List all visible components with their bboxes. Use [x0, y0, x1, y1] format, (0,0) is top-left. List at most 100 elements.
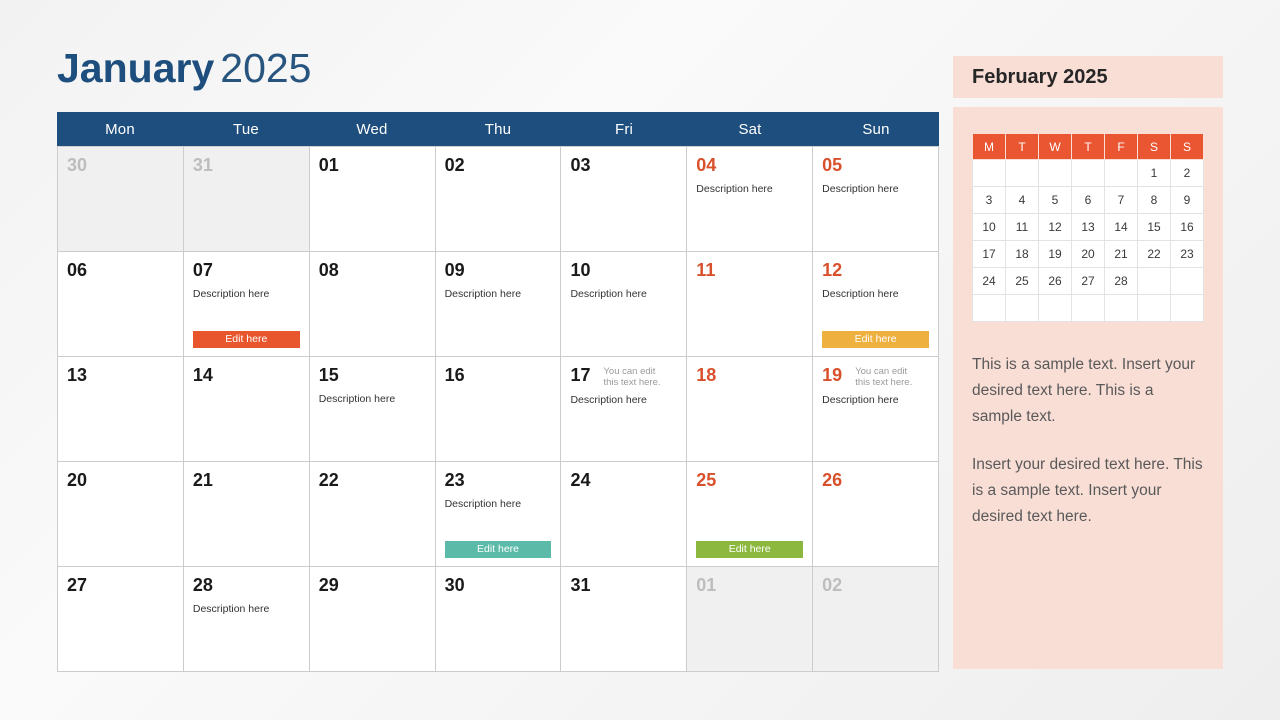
day-number: 06	[67, 260, 88, 280]
mini-day-cell-24[interactable]: 24	[972, 267, 1006, 295]
day-cell-30[interactable]: 30	[58, 147, 184, 252]
day-cell-11[interactable]: 11	[687, 252, 814, 357]
day-cell-27[interactable]: 27	[58, 567, 184, 672]
day-number: 20	[67, 470, 88, 490]
mini-day-cell-10[interactable]: 10	[972, 213, 1006, 241]
mini-day-cell-21[interactable]: 21	[1104, 240, 1138, 268]
mini-day-cell-empty	[1104, 159, 1138, 187]
day-number: 31	[570, 575, 591, 595]
day-cell-02[interactable]: 02	[813, 567, 940, 672]
mini-day-cell-11[interactable]: 11	[1005, 213, 1039, 241]
day-cell-23[interactable]: 23 Description here Edit here	[435, 462, 562, 567]
day-number: 07	[192, 260, 213, 280]
day-cell-16[interactable]: 16	[435, 357, 562, 462]
day-cell-28[interactable]: 28 Description here	[183, 567, 310, 672]
day-cell-21[interactable]: 21	[183, 462, 310, 567]
day-description[interactable]: Description here	[822, 183, 929, 196]
mini-day-cell-empty	[1170, 294, 1204, 322]
mini-day-cell-6[interactable]: 6	[1071, 186, 1105, 214]
mini-day-cell-1[interactable]: 1	[1137, 159, 1171, 187]
day-cell-31[interactable]: 31	[183, 147, 310, 252]
next-month-title: February 2025	[953, 56, 1223, 98]
day-note[interactable]: You can edit this text here.	[603, 366, 669, 388]
day-cell-08[interactable]: 08	[309, 252, 436, 357]
mini-day-cell-22[interactable]: 22	[1137, 240, 1171, 268]
day-cell-14[interactable]: 14	[183, 357, 310, 462]
mini-day-cell-14[interactable]: 14	[1104, 213, 1138, 241]
mini-day-cell-9[interactable]: 9	[1170, 186, 1204, 214]
mini-day-cell-18[interactable]: 18	[1005, 240, 1039, 268]
mini-day-cell-25[interactable]: 25	[1005, 267, 1039, 295]
edit-here-button[interactable]: Edit here	[696, 541, 804, 558]
mini-day-cell-19[interactable]: 19	[1038, 240, 1072, 268]
day-cell-17[interactable]: 17 You can edit this text here. Descriptio…	[561, 357, 688, 462]
day-description[interactable]: Description here	[193, 603, 300, 616]
mini-week-row: 10 11 12 13 14 15 16	[972, 213, 1204, 241]
mini-day-cell-17[interactable]: 17	[972, 240, 1006, 268]
mini-day-cell-26[interactable]: 26	[1038, 267, 1072, 295]
day-description[interactable]: Description here	[319, 393, 426, 406]
mini-day-cell-12[interactable]: 12	[1038, 213, 1072, 241]
day-cell-07[interactable]: 07 Description here Edit here	[183, 252, 310, 357]
mini-day-cell-7[interactable]: 7	[1104, 186, 1138, 214]
mini-day-cell-2[interactable]: 2	[1170, 159, 1204, 187]
edit-here-button[interactable]: Edit here	[192, 331, 300, 348]
mini-day-cell-13[interactable]: 13	[1071, 213, 1105, 241]
day-cell-19[interactable]: 19 You can edit this text here. Descriptio…	[813, 357, 940, 462]
day-cell-02[interactable]: 02	[435, 147, 562, 252]
edit-here-button[interactable]: Edit here	[822, 331, 930, 348]
day-cell-01[interactable]: 01	[687, 567, 814, 672]
day-cell-13[interactable]: 13	[58, 357, 184, 462]
mini-day-cell-23[interactable]: 23	[1170, 240, 1204, 268]
mini-day-cell-3[interactable]: 3	[972, 186, 1006, 214]
day-cell-24[interactable]: 24	[561, 462, 688, 567]
mini-day-of-week: S	[1137, 133, 1171, 160]
mini-day-cell-empty	[972, 159, 1006, 187]
day-cell-06[interactable]: 06	[58, 252, 184, 357]
mini-day-cell-empty	[1038, 294, 1072, 322]
day-description[interactable]: Description here	[570, 394, 677, 407]
day-cell-18[interactable]: 18	[687, 357, 814, 462]
day-cell-15[interactable]: 15 Description here	[309, 357, 436, 462]
week-row: 30 31 01 02 03 04 Description here 05 Descriptio…	[58, 147, 940, 252]
mini-day-cell-27[interactable]: 27	[1071, 267, 1105, 295]
day-cell-31[interactable]: 31	[561, 567, 688, 672]
mini-day-cell-16[interactable]: 16	[1170, 213, 1204, 241]
side-panel: MTWTFSS 1 2 3 4 5 6 7 8 9 10 11 12 13 14 15 16 17 18 19 20 2…	[953, 107, 1223, 669]
side-paragraph[interactable]: Insert your desired text here. This is a…	[972, 452, 1204, 530]
day-number: 27	[67, 575, 88, 595]
day-cell-26[interactable]: 26	[813, 462, 940, 567]
day-description[interactable]: Description here	[445, 288, 552, 301]
side-paragraph[interactable]: This is a sample text. Insert your desir…	[972, 352, 1204, 430]
day-cell-04[interactable]: 04 Description here	[687, 147, 814, 252]
day-description[interactable]: Description here	[445, 498, 552, 511]
day-cell-30[interactable]: 30	[435, 567, 562, 672]
day-cell-20[interactable]: 20	[58, 462, 184, 567]
day-description[interactable]: Description here	[822, 394, 929, 407]
day-cell-03[interactable]: 03	[561, 147, 688, 252]
mini-day-cell-28[interactable]: 28	[1104, 267, 1138, 295]
mini-day-cell-5[interactable]: 5	[1038, 186, 1072, 214]
day-cell-10[interactable]: 10 Description here	[561, 252, 688, 357]
side-text-block: This is a sample text. Insert your desir…	[972, 352, 1204, 530]
day-description[interactable]: Description here	[570, 288, 677, 301]
mini-day-cell-4[interactable]: 4	[1005, 186, 1039, 214]
day-note[interactable]: You can edit this text here.	[855, 366, 921, 388]
mini-week-row	[972, 294, 1204, 322]
day-cell-01[interactable]: 01	[309, 147, 436, 252]
mini-day-cell-20[interactable]: 20	[1071, 240, 1105, 268]
day-cell-22[interactable]: 22	[309, 462, 436, 567]
day-cell-09[interactable]: 09 Description here	[435, 252, 562, 357]
day-cell-29[interactable]: 29	[309, 567, 436, 672]
mini-day-cell-15[interactable]: 15	[1137, 213, 1171, 241]
day-of-week-sat: Sat	[738, 120, 762, 138]
day-of-week-fri: Fri	[614, 120, 634, 138]
day-description[interactable]: Description here	[193, 288, 300, 301]
day-description[interactable]: Description here	[822, 288, 929, 301]
day-cell-12[interactable]: 12 Description here Edit here	[813, 252, 940, 357]
day-cell-25[interactable]: 25 Edit here	[687, 462, 814, 567]
day-description[interactable]: Description here	[696, 183, 803, 196]
mini-day-cell-8[interactable]: 8	[1137, 186, 1171, 214]
edit-here-button[interactable]: Edit here	[444, 541, 552, 558]
day-cell-05[interactable]: 05 Description here	[813, 147, 940, 252]
